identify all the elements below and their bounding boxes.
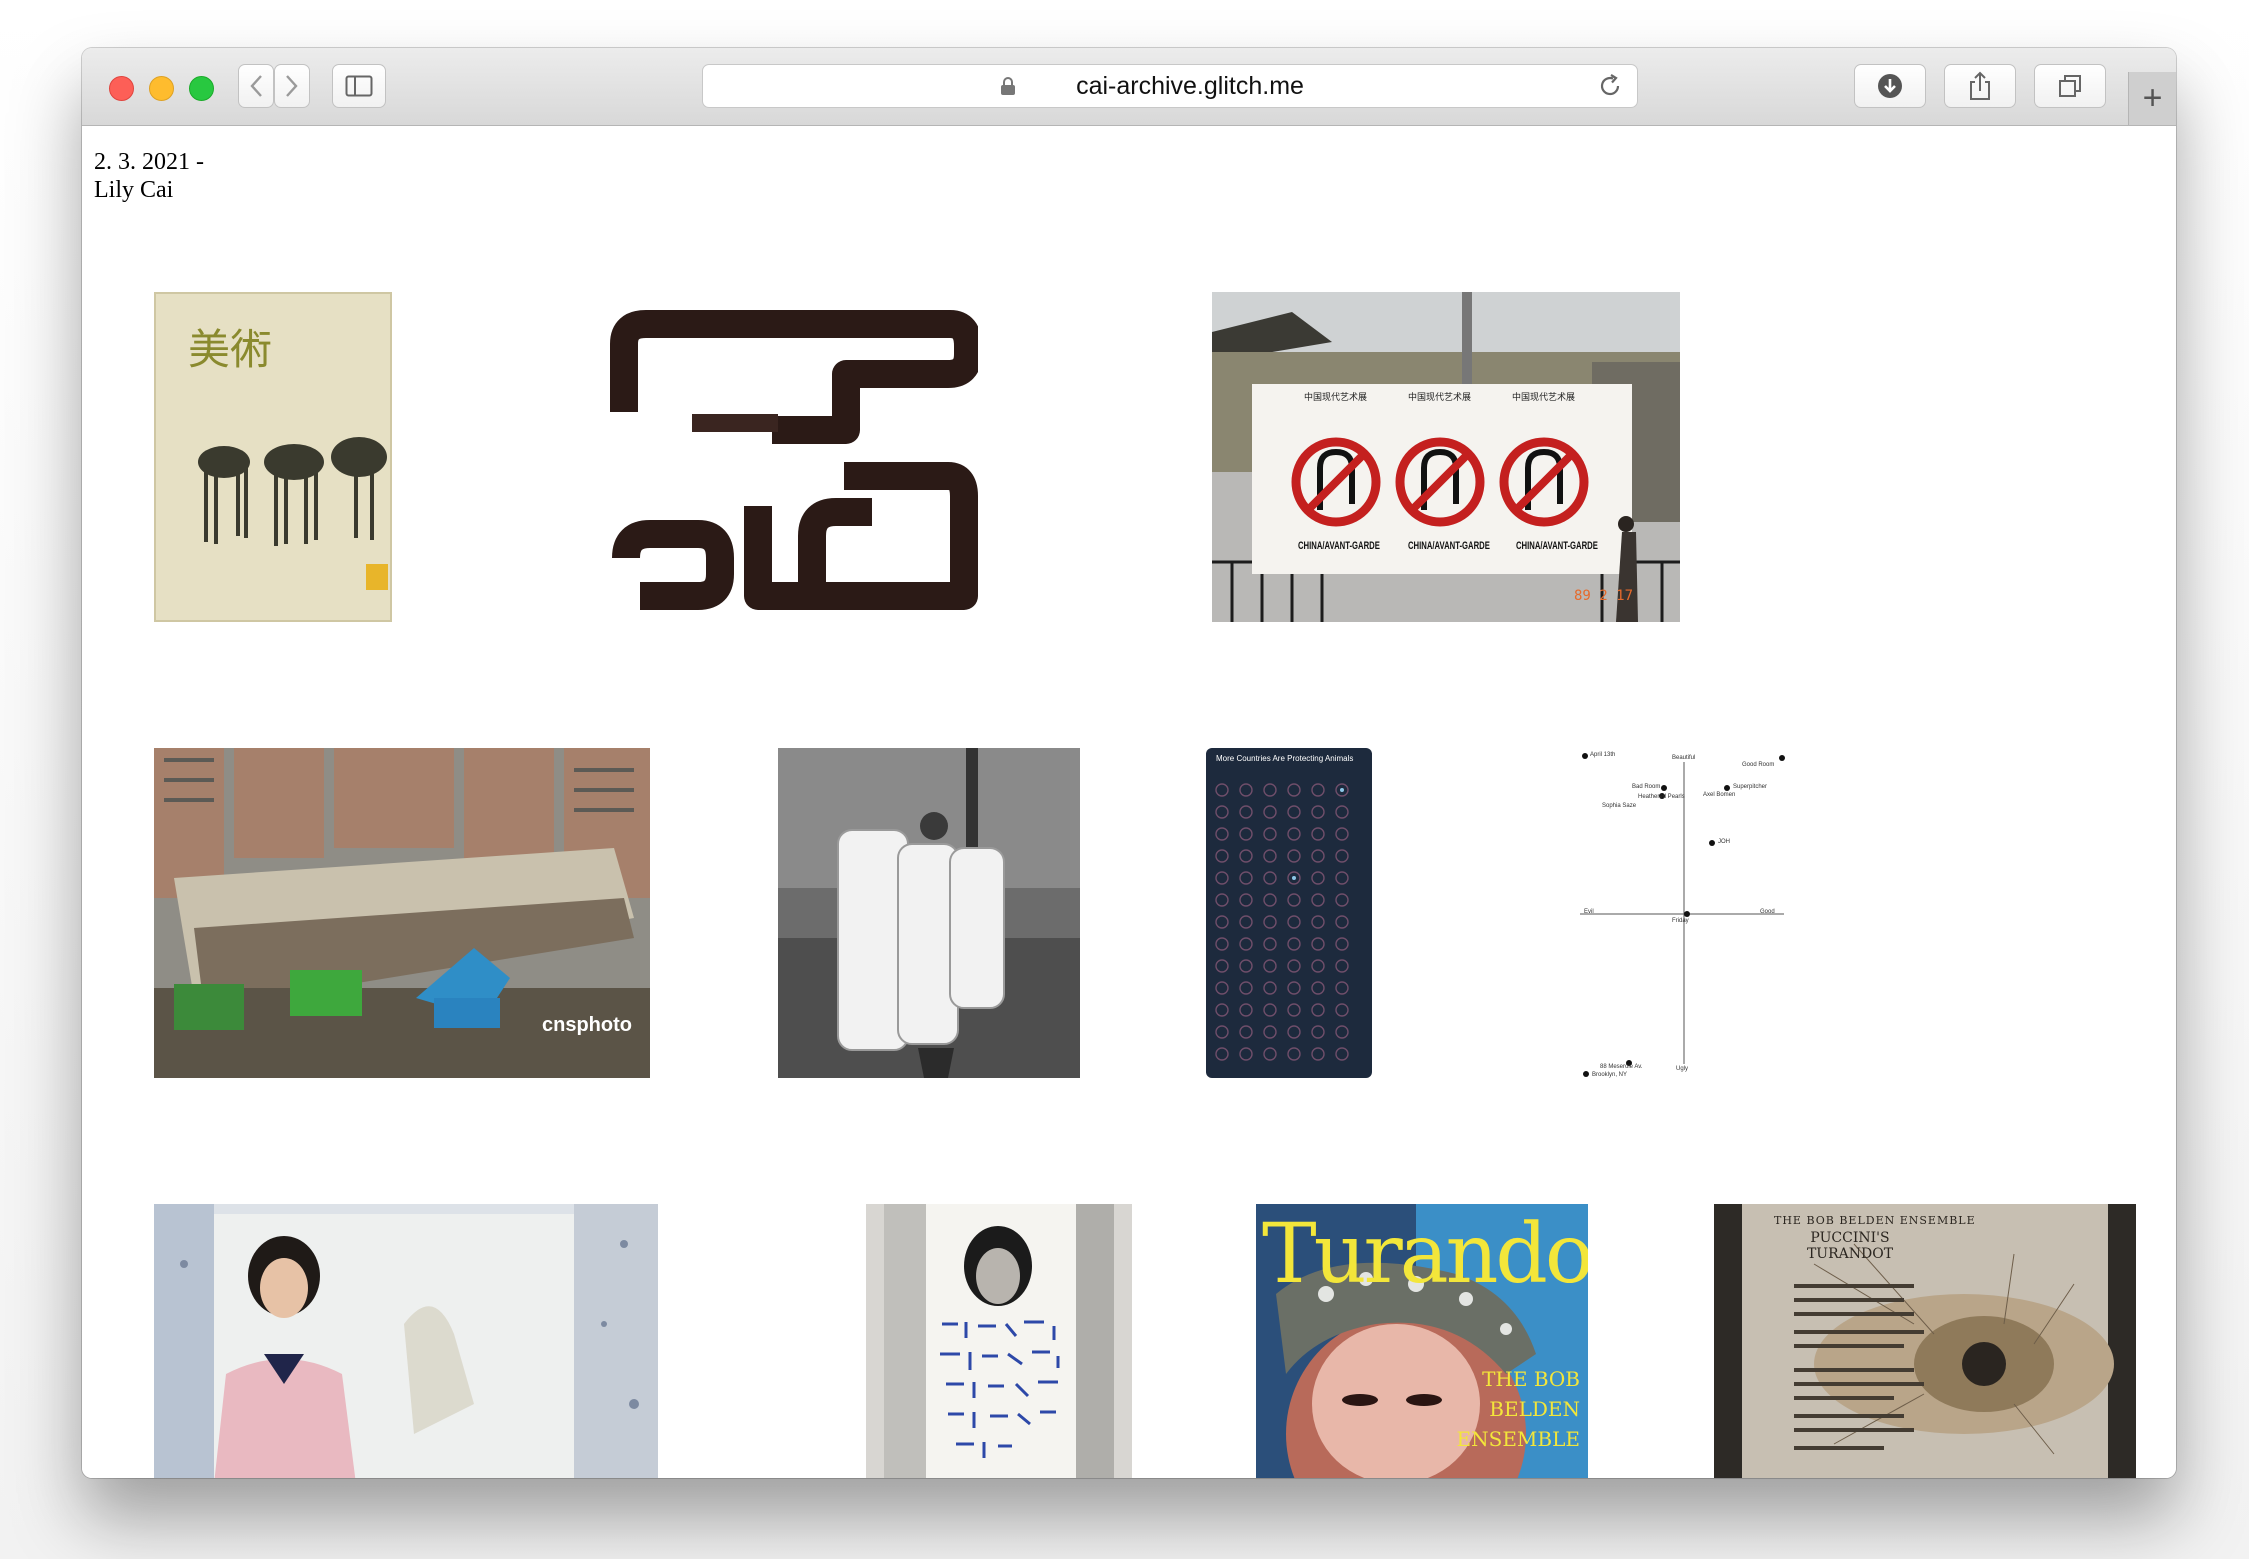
magazine-title: 美術	[188, 325, 273, 374]
plus-icon: +	[2142, 79, 2163, 117]
photo-watermark: cnsphoto	[542, 1014, 632, 1036]
svg-text:中国现代艺术展: 中国现代艺术展	[1512, 391, 1575, 403]
chart-point-label: Axel Bomen	[1703, 792, 1736, 798]
chart-point-label: Heathered Pearls	[1638, 794, 1685, 800]
exhibition-banner-text-2: CHINA/AVANT-GARDE	[1408, 540, 1490, 552]
demolition-photo-image[interactable]: cnsphoto	[154, 748, 650, 1078]
chart-point-label: Friday	[1672, 918, 1689, 924]
chart-axis-right: Good	[1760, 909, 1775, 915]
zoom-window-button[interactable]	[189, 76, 214, 101]
web-page: 2. 3. 2021 - Lily Cai 美術 中国现代艺术展 中国现代艺术展…	[82, 126, 2176, 1478]
album-back-title: PUCCINI'S TURANDOT	[1806, 1230, 1894, 1262]
chart-point-label: JOH	[1718, 839, 1730, 845]
new-tab-button[interactable]: +	[2128, 72, 2176, 125]
browser-window: cai-archive.glitch.me + 2. 3. 2021 - Lil…	[82, 48, 2176, 1478]
sidebar-icon	[345, 75, 373, 97]
chart-axis-top: Beautiful	[1672, 755, 1696, 761]
sidebar-toggle-button[interactable]	[332, 64, 386, 108]
bw-street-photo-image[interactable]	[778, 748, 1080, 1078]
photo-date-stamp: 89 2 17	[1574, 588, 1634, 604]
page-date: 2. 3. 2021 -	[94, 149, 204, 175]
lock-icon	[1001, 77, 1015, 95]
browser-toolbar: cai-archive.glitch.me +	[82, 48, 2176, 126]
album-title: Turandot	[1262, 1207, 1588, 1302]
svg-text:中国现代艺术展: 中国现代艺术展	[1304, 391, 1367, 403]
page-header: 2. 3. 2021 - Lily Cai	[94, 148, 204, 204]
magazine-cover-image[interactable]: 美術	[154, 292, 392, 622]
tab-overview-button[interactable]	[2034, 64, 2106, 108]
forward-button[interactable]	[274, 64, 310, 108]
downloads-button[interactable]	[1854, 64, 1926, 108]
chart-axis-bottom: Ugly	[1676, 1066, 1689, 1072]
exhibition-banner-text-1: CHINA/AVANT-GARDE	[1298, 540, 1380, 552]
reload-icon[interactable]	[1597, 73, 1623, 99]
album-back-ensemble: THE BOB BELDEN ENSEMBLE	[1774, 1214, 1976, 1227]
close-window-button[interactable]	[109, 76, 134, 101]
share-button[interactable]	[1944, 64, 2016, 108]
chart-point-label: April 13th	[1590, 752, 1616, 758]
chart-point-label: Brooklyn, NY	[1592, 1072, 1628, 1078]
mood-chart-image[interactable]: Beautiful Ugly Evil Good April 13th Good…	[1572, 748, 1812, 1078]
calligraphy-portrait-image[interactable]	[866, 1204, 1132, 1478]
minimize-window-button[interactable]	[149, 76, 174, 101]
page-author: Lily Cai	[94, 177, 174, 203]
turandot-album-back-image[interactable]: THE BOB BELDEN ENSEMBLE PUCCINI'S TURAND…	[1714, 1204, 2136, 1478]
chart-point-label: 88 Meserole Av.	[1600, 1064, 1643, 1070]
tabs-icon	[2059, 75, 2081, 97]
chart-point-label: Good Room	[1742, 762, 1775, 768]
turandot-album-cover-image[interactable]: Turandot THE BOB BELDEN ENSEMBLE	[1256, 1204, 1588, 1478]
chart-axis-left: Evil	[1584, 909, 1594, 915]
address-bar[interactable]: cai-archive.glitch.me	[702, 64, 1638, 108]
chevron-left-icon	[250, 75, 262, 97]
infographic-image[interactable]: More Countries Are Protecting Animals	[1206, 748, 1372, 1078]
back-button[interactable]	[238, 64, 274, 108]
chart-point-label: Bad Room	[1632, 784, 1661, 790]
url-text: cai-archive.glitch.me	[1076, 71, 1304, 100]
chart-point-label: Sophia Saze	[1602, 803, 1637, 809]
portrait-photo-image[interactable]	[154, 1204, 658, 1478]
share-icon	[1970, 71, 1990, 100]
chart-point-label: Superpitcher	[1733, 784, 1768, 790]
svg-text:中国现代艺术展: 中国现代艺术展	[1408, 391, 1471, 403]
exhibition-banner-text-3: CHINA/AVANT-GARDE	[1516, 540, 1598, 552]
chevron-right-icon	[286, 75, 298, 97]
furniture-shelf-image[interactable]	[602, 304, 978, 624]
album-artist: THE BOB BELDEN ENSEMBLE	[1456, 1367, 1580, 1451]
download-icon	[1878, 74, 1902, 98]
exhibition-photo-image[interactable]: 中国现代艺术展 中国现代艺术展 中国现代艺术展 CHINA/AVANT-GARDE …	[1212, 292, 1680, 622]
